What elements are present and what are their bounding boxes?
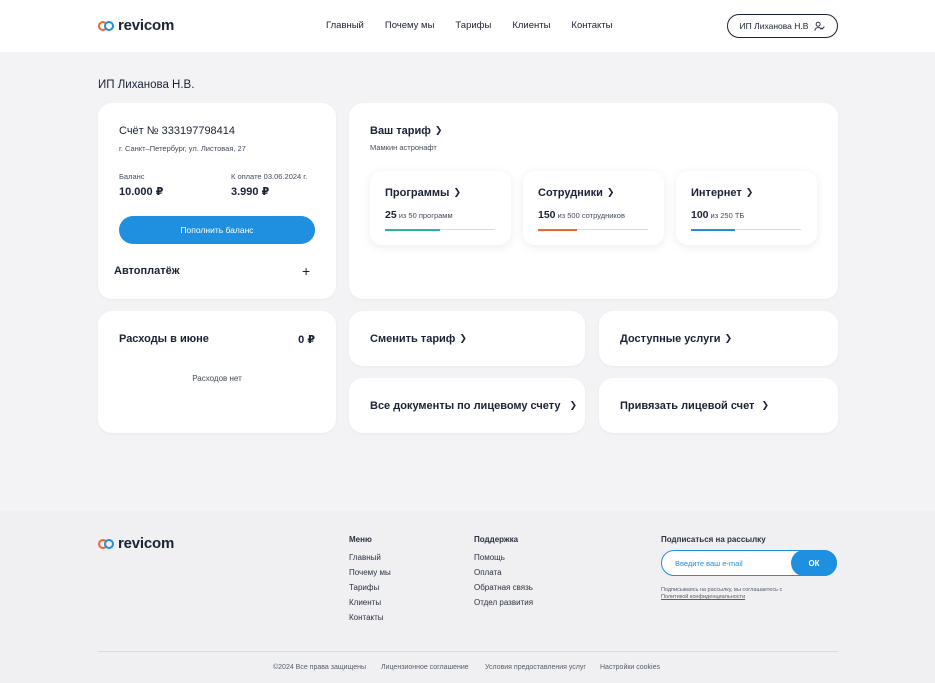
privacy-policy-link[interactable]: Политикой конфиденциальности [661, 594, 745, 600]
plus-icon[interactable]: + [302, 263, 310, 279]
nav-item-why-us[interactable]: Почему мы [385, 20, 435, 31]
tariff-name: Мамкин астронафт [370, 143, 437, 152]
tariff-title-link[interactable]: Ваш тариф ❯ [370, 125, 442, 137]
balance-value: 10.000 ₽ [119, 186, 164, 198]
footer-menu-contacts[interactable]: Контакты [349, 613, 384, 622]
footer-support-title: Поддержка [474, 535, 519, 544]
account-card: Счёт № 333197798414 г. Санкт–Петербург, … [98, 103, 336, 299]
license-agreement-link[interactable]: Лицензионное соглашение [381, 664, 469, 671]
footer-logo[interactable]: revicom [98, 535, 174, 552]
change-tariff-label: Сменить тариф [370, 333, 456, 345]
stat-name: Интернет [691, 187, 742, 199]
link-account-card[interactable]: Привязать лицевой счет ❯ [599, 378, 838, 433]
logo-text: revicom [118, 17, 175, 34]
due-value: 3.990 ₽ [231, 186, 270, 198]
subscribe-form: ОК [661, 550, 837, 576]
footer-menu-tariffs[interactable]: Тарифы [349, 583, 379, 592]
footer-menu-home[interactable]: Главный [349, 553, 381, 562]
tariff-card: Ваш тариф ❯ Мамкин астронафт Программы ❯ 2… [349, 103, 838, 299]
footer-menu-why-us[interactable]: Почему мы [349, 568, 391, 577]
stat-name: Программы [385, 187, 450, 199]
main-nav: Главный Почему мы Тарифы Клиенты Контакт… [326, 20, 633, 31]
chevron-right-icon: ❯ [569, 400, 578, 410]
available-services-label: Доступные услуги [620, 333, 721, 345]
chevron-right-icon: ❯ [745, 187, 754, 197]
chevron-right-icon: ❯ [724, 333, 733, 343]
footer-menu-title: Меню [349, 535, 372, 544]
subscribe-note-text: Подписываясь на рассылку, вы соглашаетес… [661, 587, 783, 593]
subscribe-note: Подписываясь на рассылку, вы соглашаетес… [661, 587, 801, 601]
progress-track [538, 228, 648, 231]
change-tariff-card[interactable]: Сменить тариф ❯ [349, 311, 585, 366]
tariff-title: Ваш тариф [370, 125, 431, 137]
logo[interactable]: revicom [98, 17, 174, 34]
nav-item-tariffs[interactable]: Тарифы [455, 20, 491, 31]
logo-mark-icon [98, 538, 114, 549]
terms-of-service-link[interactable]: Условия предоставления услуг [485, 664, 586, 671]
footer-divider [98, 651, 838, 652]
stat-limit: из 500 сотрудников [557, 211, 625, 220]
nav-item-clients[interactable]: Клиенты [512, 20, 550, 31]
chevron-right-icon: ❯ [453, 187, 461, 197]
stat-name: Сотрудники [538, 187, 603, 199]
page-title: ИП Лиханова Н.В. [98, 79, 195, 91]
due-label: К оплате 03.06.2024 г. [231, 172, 308, 181]
chevron-right-icon: ❯ [434, 125, 443, 135]
user-account-button[interactable]: ИП Лиханова Н.В [727, 14, 838, 38]
email-field[interactable] [675, 551, 805, 575]
stat-limit: из 250 ТБ [710, 211, 745, 220]
footer-support-payment[interactable]: Оплата [474, 568, 502, 577]
all-documents-card[interactable]: Все документы по лицевому счету ❯ [349, 378, 585, 433]
progress-fill [691, 228, 735, 231]
subscribe-ok-button[interactable]: ОК [791, 550, 837, 576]
chevron-right-icon: ❯ [459, 333, 467, 343]
expenses-card: Расходы в июне 0 ₽ Расходов нет [98, 311, 336, 433]
footer: revicom Меню Главный Почему мы Тарифы Кл… [0, 511, 935, 683]
progress-track [385, 228, 495, 231]
nav-item-home[interactable]: Главный [326, 20, 364, 31]
stat-value: 150 [538, 209, 556, 221]
progress-track [691, 228, 801, 231]
stat-value: 100 [691, 209, 709, 221]
link-account-label: Привязать лицевой счет [620, 400, 755, 412]
chevron-right-icon: ❯ [761, 400, 769, 410]
footer-menu-clients[interactable]: Клиенты [349, 598, 381, 607]
user-check-icon [814, 21, 826, 31]
logo-mark-icon [98, 20, 114, 31]
account-number: Счёт № 333197798414 [119, 125, 236, 137]
account-address: г. Санкт–Петербург, ул. Листовая, 27 [119, 144, 246, 153]
chevron-right-icon: ❯ [606, 187, 615, 197]
expenses-empty: Расходов нет [192, 374, 242, 383]
stat-value: 25 [385, 209, 397, 221]
balance-label: Баланс [119, 172, 145, 181]
cookie-settings-link[interactable]: Настройки cookies [600, 664, 660, 671]
stat-limit: из 50 программ [398, 211, 453, 220]
available-services-card[interactable]: Доступные услуги ❯ [599, 311, 838, 366]
footer-support-development[interactable]: Отдел развития [474, 598, 533, 607]
expenses-value: 0 ₽ [298, 334, 315, 346]
copyright: ©2024 Все права защищены [273, 664, 366, 671]
progress-fill [538, 228, 577, 231]
stat-card-employees[interactable]: Сотрудники ❯ 150 из 500 сотрудников [523, 171, 664, 245]
nav-item-contacts[interactable]: Контакты [571, 20, 612, 31]
subscribe-title: Подписаться на рассылку [661, 535, 766, 544]
expenses-title: Расходы в июне [119, 333, 209, 345]
all-documents-label: Все документы по лицевому счету [370, 400, 561, 412]
autopay-label[interactable]: Автоплатёж [114, 265, 180, 277]
header: revicom Главный Почему мы Тарифы Клиенты… [0, 0, 935, 52]
logo-text: revicom [118, 535, 175, 552]
stat-card-internet[interactable]: Интернет ❯ 100 из 250 ТБ [676, 171, 817, 245]
user-name: ИП Лиханова Н.В [739, 21, 809, 31]
footer-support-feedback[interactable]: Обратная связь [474, 583, 533, 592]
footer-support-help[interactable]: Помощь [474, 553, 505, 562]
progress-fill [385, 228, 440, 231]
topup-button[interactable]: Пополнить баланс [119, 216, 315, 244]
stat-card-programs[interactable]: Программы ❯ 25 из 50 программ [370, 171, 511, 245]
